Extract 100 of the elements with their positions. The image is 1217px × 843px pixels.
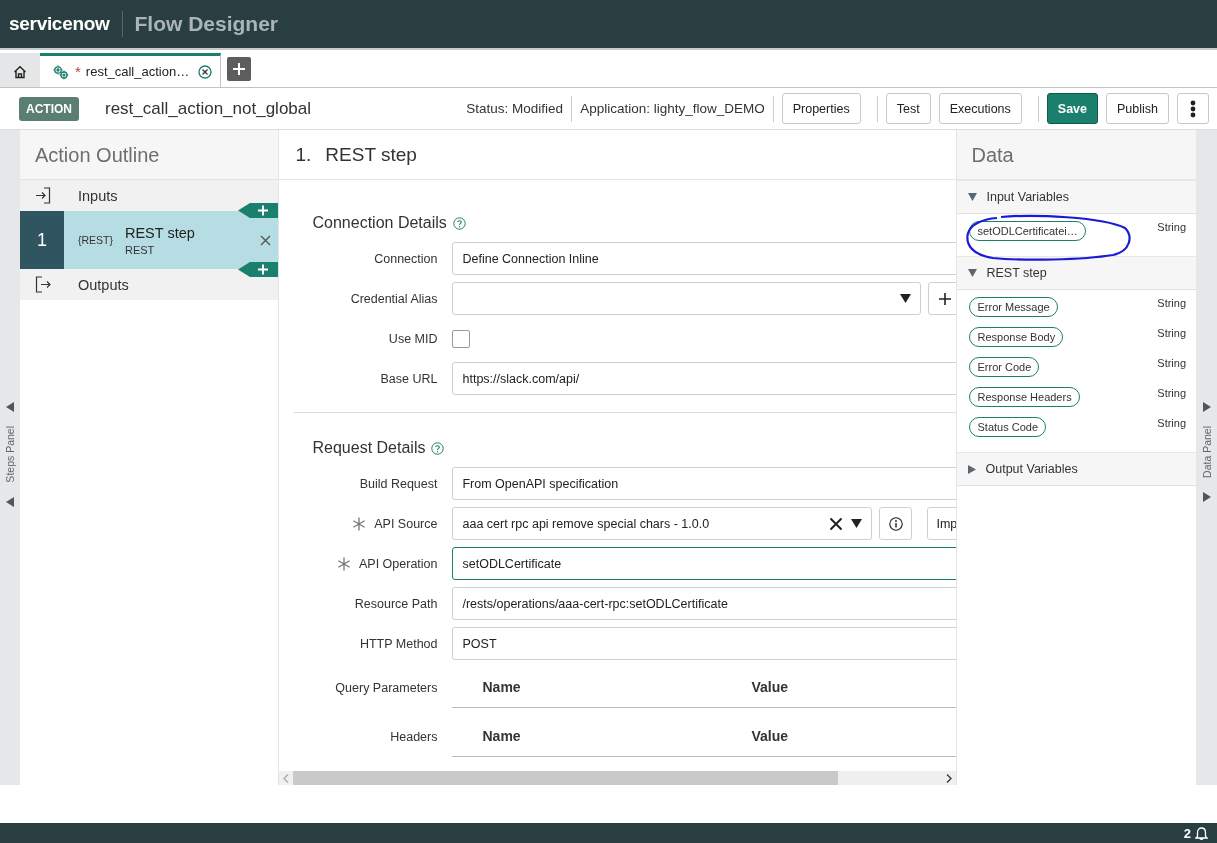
- field-label: HTTP Method: [359, 636, 438, 651]
- toolbar-button[interactable]: Publish: [1106, 93, 1169, 124]
- data-pill[interactable]: Response Body: [969, 327, 1064, 347]
- collapsed-caret-icon: [968, 464, 977, 474]
- text-field[interactable]: POST: [452, 627, 957, 660]
- dropdown-field[interactable]: aaa cert rpc api remove special chars - 1.0.0: [452, 507, 873, 540]
- info-button[interactable]: [879, 507, 913, 540]
- group-label: Input Variables: [986, 190, 1069, 204]
- field-label: API Source: [374, 516, 438, 531]
- section-title: Connection Details: [312, 214, 447, 232]
- dropdown-caret-icon: [900, 294, 912, 303]
- variable-group-header[interactable]: Input Variables: [957, 180, 1197, 214]
- bell-icon[interactable]: [1195, 826, 1208, 840]
- info-icon: [889, 516, 903, 531]
- section-title: Request Details: [312, 439, 426, 457]
- toolbar-button[interactable]: Save: [1046, 93, 1098, 124]
- outputs-item[interactable]: Outputs: [19, 269, 279, 300]
- expand-right-icon[interactable]: [1202, 402, 1211, 412]
- text-field[interactable]: /rests/operations/aaa-cert-rpc:setODLCertificate: [452, 587, 957, 620]
- expand-right-icon[interactable]: [1202, 491, 1211, 502]
- help-icon[interactable]: [452, 216, 466, 230]
- variable-type: String: [1157, 417, 1187, 429]
- action-badge: ACTION: [19, 96, 79, 121]
- data-panel-label[interactable]: Data Panel: [1200, 426, 1213, 478]
- checkbox[interactable]: [452, 329, 471, 348]
- gears-icon: [52, 63, 70, 80]
- data-pill[interactable]: Response Headers: [969, 387, 1080, 407]
- more-button[interactable]: [1177, 93, 1209, 124]
- logo[interactable]: servicenow: [9, 13, 110, 35]
- field-label: Resource Path: [354, 596, 438, 611]
- data-pill[interactable]: Status Code: [969, 417, 1047, 437]
- field-label: Build Request: [359, 476, 438, 491]
- variable-group-header[interactable]: REST step: [957, 256, 1197, 290]
- status-text: Status: Modified: [466, 101, 564, 116]
- column-header: Name: [481, 728, 522, 744]
- plus-icon: [938, 291, 952, 306]
- home-icon: [13, 64, 27, 79]
- import-button[interactable]: Imp: [927, 507, 957, 540]
- close-icon[interactable]: [198, 64, 213, 79]
- dropdown-field[interactable]: [452, 282, 922, 315]
- variable-type: String: [1157, 327, 1187, 339]
- variable-type: String: [1157, 387, 1187, 399]
- collapse-left-icon[interactable]: [6, 402, 14, 412]
- text-field[interactable]: Define Connection Inline: [452, 242, 957, 275]
- outline-item-label: Outputs: [77, 276, 129, 293]
- field-label: Query Parameters: [335, 680, 438, 695]
- toolbar-button[interactable]: Executions: [938, 93, 1022, 124]
- text-field[interactable]: From OpenAPI specification: [452, 467, 957, 500]
- data-pill[interactable]: Error Code: [969, 357, 1040, 377]
- action-name: rest_call_action_not_global: [105, 98, 312, 119]
- enter-icon: [34, 187, 51, 204]
- variable-group-header[interactable]: Output Variables: [957, 452, 1197, 486]
- toolbar-button[interactable]: Test: [885, 93, 931, 124]
- toolbar-button[interactable]: Properties: [781, 93, 861, 124]
- application-text: Application: lighty_flow_DEMO: [580, 101, 765, 116]
- product-title: Flow Designer: [134, 12, 279, 36]
- outline-item-label: Inputs: [77, 187, 118, 204]
- clear-icon[interactable]: [829, 516, 844, 531]
- group-label: REST step: [986, 266, 1047, 280]
- field-label: Credential Alias: [350, 291, 438, 306]
- dropdown-caret-icon: [851, 519, 863, 528]
- data-pill[interactable]: setODLCertificatei…: [969, 221, 1086, 241]
- exit-icon: [34, 276, 51, 293]
- step-number: 1.: [295, 143, 312, 166]
- add-step-button[interactable]: [238, 262, 279, 277]
- step-title: REST step: [325, 143, 417, 166]
- variable-type: String: [1157, 221, 1187, 233]
- inputs-item[interactable]: Inputs: [19, 180, 279, 211]
- add-button[interactable]: [928, 282, 957, 315]
- column-header: Value: [750, 728, 790, 744]
- horizontal-scrollbar[interactable]: [279, 771, 957, 785]
- expanded-caret-icon: [968, 269, 978, 277]
- new-tab-button[interactable]: [227, 57, 252, 81]
- column-header: Value: [750, 679, 790, 695]
- variable-type: String: [1157, 297, 1187, 309]
- scroll-right-icon[interactable]: [946, 773, 953, 783]
- home-tab[interactable]: [0, 53, 40, 87]
- plus-icon: [232, 62, 247, 76]
- step-item[interactable]: 1 {REST} REST step REST: [19, 211, 279, 269]
- notification-count: 2: [1183, 825, 1191, 841]
- text-field[interactable]: setODLCertificate: [452, 547, 957, 580]
- document-tab[interactable]: * rest_call_action…: [40, 53, 222, 87]
- add-step-button[interactable]: [238, 203, 279, 218]
- field-label: Headers: [390, 729, 438, 744]
- help-icon[interactable]: [431, 441, 445, 455]
- expanded-caret-icon: [968, 193, 978, 201]
- column-header: Name: [481, 679, 522, 695]
- steps-panel-label[interactable]: Steps Panel: [4, 426, 16, 483]
- text-field[interactable]: https://slack.com/api/: [452, 362, 957, 395]
- field-label: Base URL: [380, 371, 438, 386]
- collapse-left-icon[interactable]: [6, 496, 14, 507]
- step-number: 1: [19, 211, 64, 269]
- outline-title: Action Outline: [19, 130, 279, 180]
- step-type: REST: [124, 243, 156, 256]
- step-tag: {REST}: [77, 234, 125, 246]
- step-label: REST step: [124, 224, 196, 241]
- data-title: Data: [957, 130, 1197, 180]
- variable-type: String: [1157, 357, 1187, 369]
- data-pill[interactable]: Error Message: [969, 297, 1058, 317]
- field-label: Connection: [374, 251, 438, 266]
